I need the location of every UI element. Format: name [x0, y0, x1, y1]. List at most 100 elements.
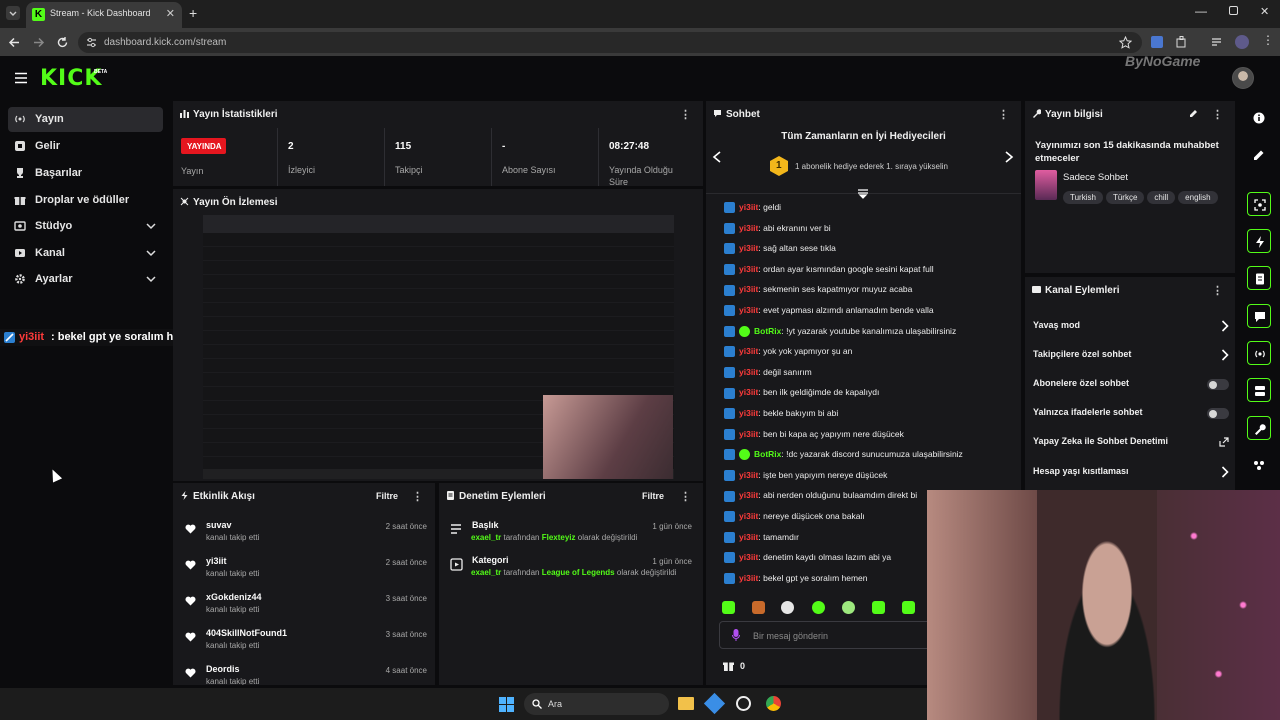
- sidebar-item-channel[interactable]: Kanal: [8, 241, 163, 266]
- chat-username[interactable]: yi3iit: [739, 305, 758, 315]
- new-tab-button[interactable]: +: [189, 5, 197, 21]
- preview-video[interactable]: [203, 215, 674, 479]
- url-field[interactable]: dashboard.kick.com/stream: [78, 32, 1142, 53]
- sidebar-item-settings[interactable]: Ayarlar: [8, 267, 163, 292]
- chat-username[interactable]: yi3iit: [739, 573, 758, 583]
- ai-moderation-row[interactable]: Yapay Zeka ile Sohbet Denetimi: [1033, 433, 1229, 451]
- more-tools-button[interactable]: [1247, 453, 1271, 477]
- active-tab[interactable]: K Stream - Kick Dashboard ✕: [26, 2, 182, 28]
- feed-user[interactable]: xGokdeniz44: [206, 592, 262, 602]
- more-options-icon[interactable]: ⋮: [998, 108, 1009, 121]
- gift-icon[interactable]: [723, 660, 734, 671]
- sidebar-item-studio[interactable]: Stüdyo: [8, 214, 163, 239]
- feed-user[interactable]: Deordis: [206, 664, 240, 674]
- emote-icon[interactable]: [722, 601, 735, 614]
- window-close-button[interactable]: ✕: [1260, 5, 1269, 18]
- chat-username[interactable]: yi3iit: [739, 511, 758, 521]
- emote-icon[interactable]: [781, 601, 794, 614]
- scroll-down-icon[interactable]: [857, 189, 869, 199]
- gear-icon: [15, 274, 25, 284]
- file-explorer-icon[interactable]: [678, 697, 694, 710]
- info-button[interactable]: [1247, 106, 1271, 130]
- maximize-button[interactable]: [1229, 6, 1238, 15]
- slow-mode-row[interactable]: Yavaş mod: [1033, 317, 1229, 335]
- chat-username[interactable]: BotRix: [754, 449, 781, 459]
- chat-username[interactable]: BotRix: [754, 326, 781, 336]
- emote-icon[interactable]: [902, 601, 915, 614]
- more-options-icon[interactable]: ⋮: [1212, 284, 1223, 297]
- user-avatar[interactable]: [1232, 67, 1254, 89]
- chevron-right-icon[interactable]: [1004, 151, 1014, 163]
- profile-avatar-icon[interactable]: [1235, 35, 1249, 49]
- tab-close-icon[interactable]: ✕: [166, 7, 175, 20]
- bookmark-star-icon[interactable]: [1119, 36, 1132, 49]
- emote-icon[interactable]: [752, 601, 765, 614]
- chat-username[interactable]: yi3iit: [739, 346, 758, 356]
- filter-button[interactable]: Filtre: [376, 491, 398, 501]
- clip-button[interactable]: [1247, 192, 1271, 216]
- app-icon[interactable]: [736, 696, 751, 711]
- sidebar-item-drops[interactable]: Droplar ve ödüller: [8, 188, 163, 213]
- windows-start-icon[interactable]: [499, 697, 514, 712]
- chat-username[interactable]: yi3iit: [739, 264, 758, 274]
- feed-user[interactable]: yi3iit: [206, 556, 227, 566]
- stream-category[interactable]: Sadece Sohbet: [1063, 172, 1128, 183]
- broadcast-button[interactable]: [1247, 341, 1271, 365]
- chat-username[interactable]: yi3iit: [739, 223, 758, 233]
- edit-button[interactable]: [1247, 143, 1271, 167]
- sidebar-item-achievements[interactable]: Başarılar: [8, 161, 163, 186]
- sidebar-item-revenue[interactable]: Gelir: [8, 134, 163, 159]
- chat-username[interactable]: yi3iit: [739, 367, 758, 377]
- translate-extension-icon[interactable]: [1151, 36, 1163, 48]
- taskbar-search[interactable]: Ara: [524, 693, 669, 715]
- browser-menu-icon[interactable]: ⋮: [1262, 33, 1274, 47]
- chat-button[interactable]: [1247, 304, 1271, 328]
- chat-username[interactable]: yi3iit: [739, 243, 758, 253]
- chat-username[interactable]: yi3iit: [739, 490, 758, 500]
- extensions-puzzle-icon[interactable]: [1176, 36, 1188, 48]
- more-options-icon[interactable]: ⋮: [412, 490, 423, 503]
- chat-username[interactable]: yi3iit: [739, 202, 758, 212]
- forward-icon[interactable]: [32, 36, 45, 49]
- chat-username[interactable]: yi3iit: [739, 532, 758, 542]
- sidebar-item-stream[interactable]: Yayın: [8, 107, 163, 132]
- chat-username[interactable]: yi3iit: [739, 387, 758, 397]
- mod-user[interactable]: exael_tr: [471, 533, 501, 542]
- back-icon[interactable]: [8, 36, 21, 49]
- emote-icon[interactable]: [812, 601, 825, 614]
- app-icon[interactable]: [703, 692, 726, 715]
- notes-button[interactable]: [1247, 266, 1271, 290]
- tools-button[interactable]: [1247, 416, 1271, 440]
- chat-username[interactable]: yi3iit: [739, 284, 758, 294]
- hamburger-menu-icon[interactable]: [14, 72, 28, 84]
- chrome-icon[interactable]: [766, 696, 781, 711]
- more-options-icon[interactable]: ⋮: [680, 108, 691, 121]
- more-options-icon[interactable]: ⋮: [1212, 108, 1223, 121]
- more-options-icon[interactable]: ⋮: [680, 490, 691, 503]
- chat-username[interactable]: yi3iit: [739, 552, 758, 562]
- chevron-left-icon[interactable]: [712, 151, 722, 163]
- mod-user[interactable]: exael_tr: [471, 568, 501, 577]
- subscribers-only-toggle[interactable]: [1207, 379, 1229, 390]
- chat-input[interactable]: Bir mesaj gönderin: [719, 621, 939, 649]
- media-control-icon[interactable]: [1211, 36, 1223, 48]
- edit-pencil-icon[interactable]: [1189, 109, 1198, 118]
- feed-user[interactable]: suvav: [206, 520, 232, 530]
- tab-search-button[interactable]: [6, 6, 20, 20]
- filter-button[interactable]: Filtre: [642, 491, 664, 501]
- followers-only-row[interactable]: Takipçilere özel sohbet: [1033, 346, 1229, 364]
- emote-icon[interactable]: [872, 601, 885, 614]
- microphone-icon[interactable]: [732, 629, 740, 642]
- feed-user[interactable]: 404SkillNotFound1: [206, 628, 287, 638]
- chat-username[interactable]: yi3iit: [739, 408, 758, 418]
- quick-actions-button[interactable]: [1247, 229, 1271, 253]
- site-info-icon[interactable]: [86, 37, 97, 48]
- chat-username[interactable]: yi3iit: [739, 429, 758, 439]
- emote-only-toggle[interactable]: [1207, 408, 1229, 419]
- chat-username[interactable]: yi3iit: [739, 470, 758, 480]
- moderation-button[interactable]: [1247, 378, 1271, 402]
- reload-icon[interactable]: [56, 36, 69, 49]
- minimize-button[interactable]: —: [1195, 4, 1207, 18]
- account-age-row[interactable]: Hesap yaşı kısıtlaması: [1033, 463, 1229, 481]
- emote-icon[interactable]: [842, 601, 855, 614]
